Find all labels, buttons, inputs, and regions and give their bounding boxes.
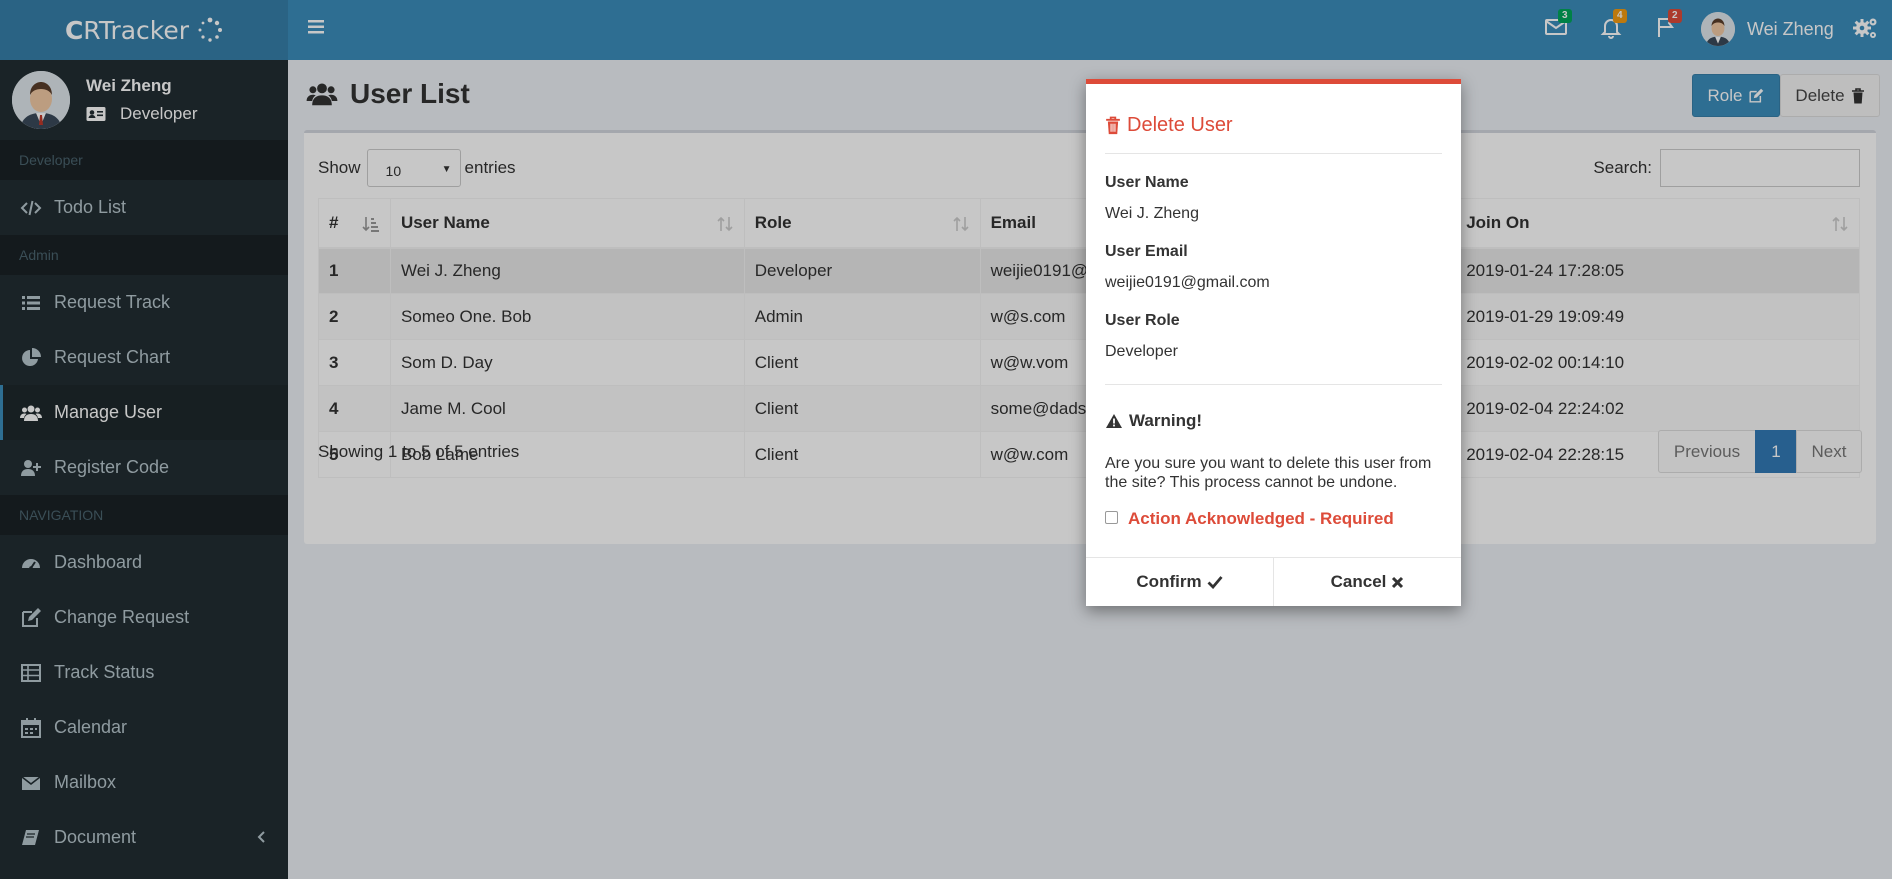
role-label: User Role [1105, 312, 1180, 329]
cancel-button[interactable]: Cancel [1274, 558, 1461, 606]
acknowledge-checkbox[interactable] [1105, 510, 1118, 524]
cancel-button-label: Cancel [1330, 572, 1387, 591]
divider [1105, 153, 1442, 154]
check-icon [1207, 576, 1223, 589]
modal-backdrop[interactable] [0, 0, 1892, 879]
warning-text: Are you sure you want to delete this use… [1105, 455, 1432, 491]
divider [1105, 384, 1442, 385]
delete-user-modal: Delete User User Name Wei J. Zheng User … [1086, 79, 1461, 606]
acknowledge-row: Action Acknowledged - Required [1105, 509, 1394, 529]
close-icon [1392, 576, 1404, 588]
trash-icon [1106, 116, 1120, 135]
modal-title-text: Delete User [1127, 114, 1233, 136]
username-label: User Name [1105, 174, 1189, 191]
email-label: User Email [1105, 243, 1188, 260]
modal-footer: Confirm Cancel [1086, 557, 1461, 606]
warning-icon [1106, 414, 1122, 428]
confirm-button-label: Confirm [1136, 572, 1202, 591]
modal-title: Delete User [1105, 114, 1233, 137]
email-value: weijie0191@gmail.com [1105, 274, 1270, 291]
confirm-button[interactable]: Confirm [1086, 558, 1274, 606]
username-value: Wei J. Zheng [1105, 205, 1199, 222]
warning-heading: Warning! [1105, 411, 1202, 431]
acknowledge-label[interactable]: Action Acknowledged - Required [1128, 509, 1394, 529]
warning-title: Warning! [1129, 411, 1203, 430]
role-value: Developer [1105, 343, 1178, 360]
